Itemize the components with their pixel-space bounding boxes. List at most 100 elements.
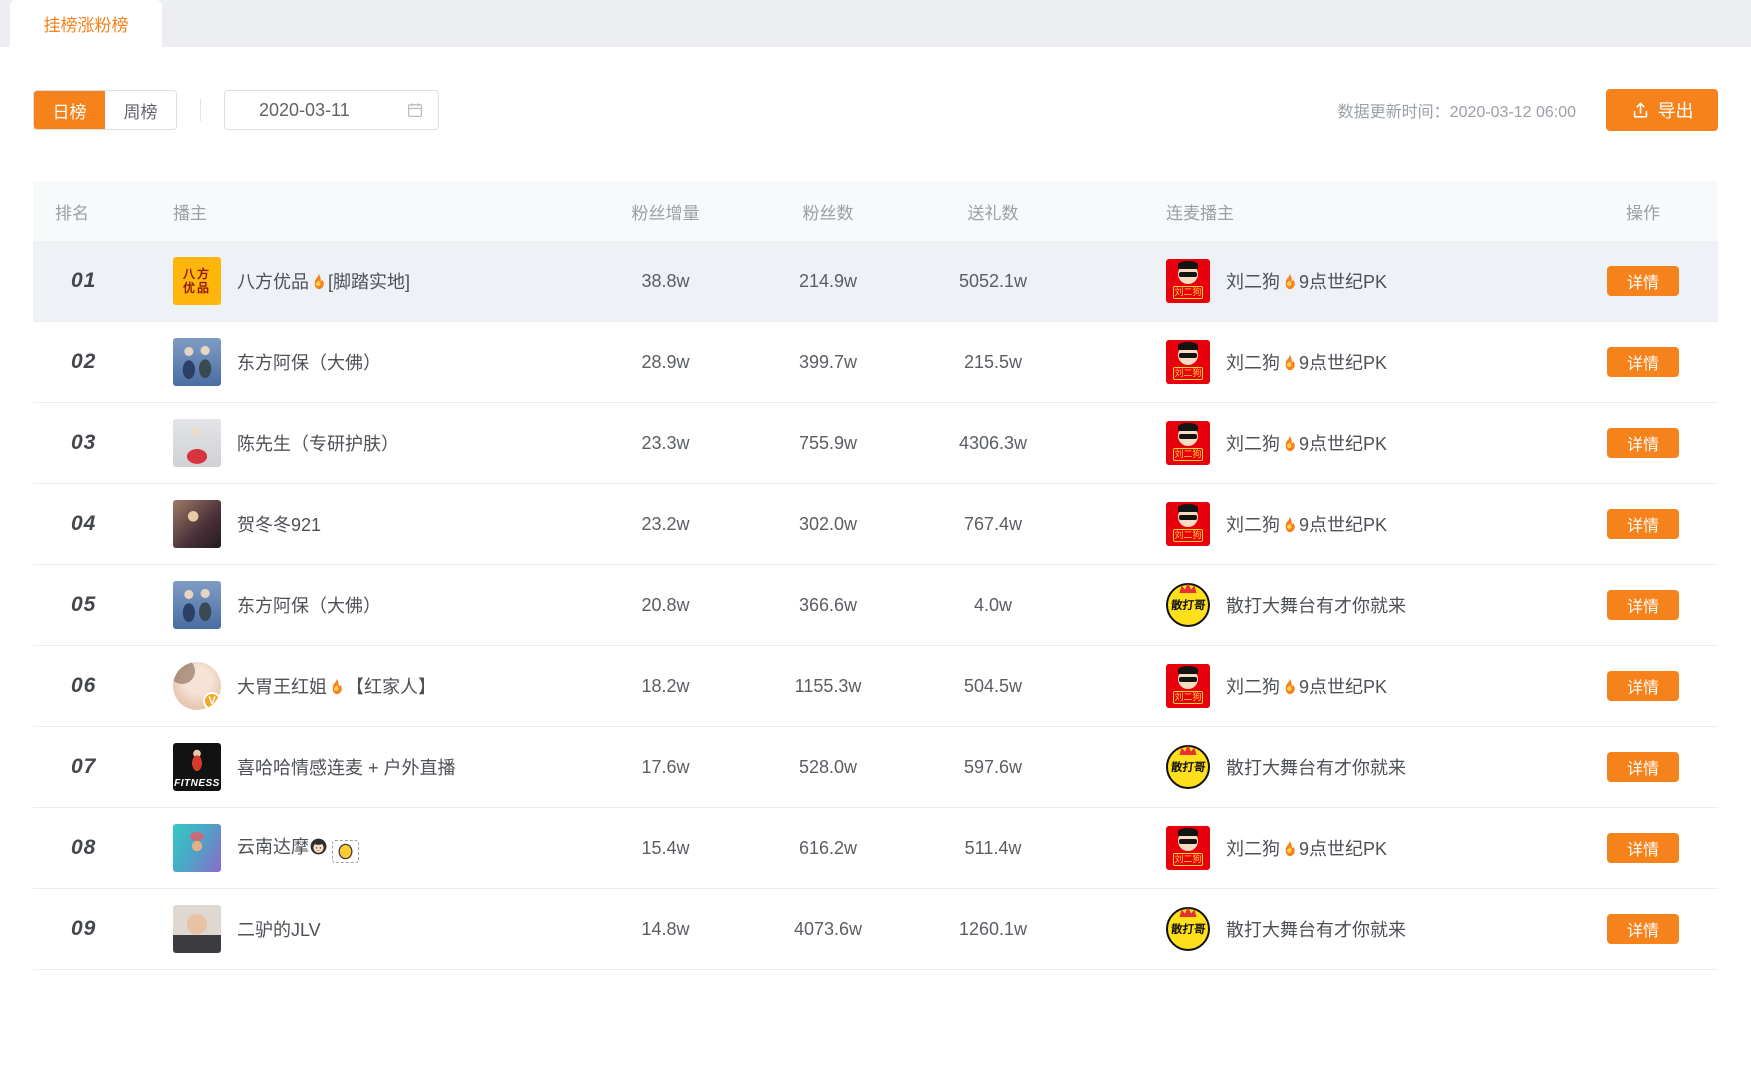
date-value: 2020-03-11 xyxy=(259,100,350,121)
detail-button[interactable]: 详情 xyxy=(1607,428,1679,458)
export-button[interactable]: 导出 xyxy=(1606,89,1718,131)
export-icon xyxy=(1631,101,1650,120)
weekly-rank-button[interactable]: 周榜 xyxy=(105,91,176,129)
avatar-banner-text: 刘二狗 xyxy=(1173,691,1203,704)
broadcaster-name: 二驴的JLV xyxy=(237,916,321,942)
action-cell: 详情 xyxy=(1568,509,1718,539)
col-header-pk-host: 连麦播主 xyxy=(1078,199,1568,224)
table-row: 02 东方阿保（大佛） 28.9w 399.7w 215.5w 刘二狗 刘二狗 xyxy=(33,322,1718,403)
pk-avatar: 散打哥 散打哥 xyxy=(1166,583,1210,627)
liuergou-avatar-art: 刘二狗 xyxy=(1166,664,1210,708)
update-time-value: 2020-03-12 06:00 xyxy=(1450,104,1576,121)
broadcaster-avatar: 八方优品 xyxy=(173,257,221,305)
detail-button[interactable]: 详情 xyxy=(1607,671,1679,701)
pk-avatar: 散打哥 散打哥 xyxy=(1166,907,1210,951)
detail-button[interactable]: 详情 xyxy=(1607,266,1679,296)
broadcaster-name: 东方阿保（大佛） xyxy=(237,592,381,618)
fans-gain-cell: 18.2w xyxy=(583,676,748,697)
gifts-cell: 767.4w xyxy=(908,514,1078,535)
fans-total-cell: 302.0w xyxy=(748,514,908,535)
pk-host-cell: 散打哥 散打哥 散打大舞台有才你就来 xyxy=(1078,745,1568,789)
gifts-cell: 5052.1w xyxy=(908,271,1078,292)
pk-host-name: 散打大舞台有才你就来 xyxy=(1226,754,1406,780)
broadcaster-name: 喜哈哈情感连麦 + 户外直播 xyxy=(237,754,456,780)
action-cell: 详情 xyxy=(1568,752,1718,782)
controls-bar: 日榜 周榜 2020-03-11 数据更新时间：2020-03-12 06:00… xyxy=(0,47,1751,131)
fans-gain-cell: 38.8w xyxy=(583,271,748,292)
pk-avatar: 刘二狗 刘二狗 xyxy=(1166,340,1210,384)
action-cell: 详情 xyxy=(1568,428,1718,458)
liuergou-avatar-art: 刘二狗 xyxy=(1166,421,1210,465)
fans-total-cell: 755.9w xyxy=(748,433,908,454)
broadcaster-name: 贺冬冬921 xyxy=(237,511,321,537)
pk-host-name: 刘二狗9点世纪PK xyxy=(1226,673,1387,699)
cartoon-face-icon xyxy=(1178,831,1198,851)
pk-host-name: 散打大舞台有才你就来 xyxy=(1226,916,1406,942)
broadcaster-avatar xyxy=(173,905,221,953)
rank-cell: 01 xyxy=(33,269,143,293)
table-row: 03 陈先生（专研护肤） 23.3w 755.9w 4306.3w 刘二狗 刘二… xyxy=(33,403,1718,484)
fans-gain-cell: 17.6w xyxy=(583,757,748,778)
daily-rank-button[interactable]: 日榜 xyxy=(34,91,105,129)
fans-gain-cell: 15.4w xyxy=(583,838,748,859)
detail-button[interactable]: 详情 xyxy=(1607,833,1679,863)
action-cell: 详情 xyxy=(1568,833,1718,863)
crown-icon xyxy=(1180,745,1197,755)
verified-badge: V xyxy=(203,692,221,710)
broadcaster-avatar: FITNESS xyxy=(173,743,221,791)
broadcaster-cell: 二驴的JLV xyxy=(143,905,583,953)
avatar-banner-text: 刘二狗 xyxy=(1173,529,1203,542)
pk-host-cell: 刘二狗 刘二狗 刘二狗9点世纪PK xyxy=(1078,664,1568,708)
broadcaster-name: 大胃王红姐【红家人】 xyxy=(237,673,436,699)
avatar-banner-text: 刘二狗 xyxy=(1173,367,1203,380)
fans-gain-cell: 23.2w xyxy=(583,514,748,535)
fans-total-cell: 366.6w xyxy=(748,595,908,616)
leaderboard-table: 排名 播主 粉丝增量 粉丝数 送礼数 连麦播主 操作 01 八方优品 八方优品[… xyxy=(33,181,1718,970)
pk-host-cell: 散打哥 散打哥 散打大舞台有才你就来 xyxy=(1078,583,1568,627)
table-row: 08 云南达摩 15.4w 616.2w 511.4w 刘二狗 刘二狗 刘 xyxy=(33,808,1718,889)
liuergou-avatar-art: 刘二狗 xyxy=(1166,340,1210,384)
rank-cell: 04 xyxy=(33,512,143,536)
pk-avatar: 散打哥 散打哥 xyxy=(1166,745,1210,789)
pk-host-cell: 刘二狗 刘二狗 刘二狗9点世纪PK xyxy=(1078,259,1568,303)
pk-avatar: 刘二狗 刘二狗 xyxy=(1166,421,1210,465)
calendar-icon[interactable] xyxy=(406,101,424,119)
table-header-row: 排名 播主 粉丝增量 粉丝数 送礼数 连麦播主 操作 xyxy=(33,181,1718,241)
fans-total-cell: 616.2w xyxy=(748,838,908,859)
pk-host-cell: 刘二狗 刘二狗 刘二狗9点世纪PK xyxy=(1078,421,1568,465)
cartoon-face-icon xyxy=(1178,426,1198,446)
period-segmented-control: 日榜 周榜 xyxy=(33,90,177,130)
broadcaster-avatar: V xyxy=(173,662,221,710)
detail-button[interactable]: 详情 xyxy=(1607,347,1679,377)
action-cell: 详情 xyxy=(1568,914,1718,944)
fans-total-cell: 214.9w xyxy=(748,271,908,292)
table-row: 07 FITNESS 喜哈哈情感连麦 + 户外直播 17.6w 528.0w 5… xyxy=(33,727,1718,808)
detail-button[interactable]: 详情 xyxy=(1607,914,1679,944)
pk-host-cell: 散打哥 散打哥 散打大舞台有才你就来 xyxy=(1078,907,1568,951)
date-picker-input[interactable]: 2020-03-11 xyxy=(224,90,439,130)
gifts-cell: 215.5w xyxy=(908,352,1078,373)
liuergou-avatar-art: 刘二狗 xyxy=(1166,826,1210,870)
avatar-banner-text: 刘二狗 xyxy=(1173,448,1203,461)
action-cell: 详情 xyxy=(1568,266,1718,296)
crown-icon xyxy=(1180,583,1197,593)
avatar-circle-text: 散打哥 xyxy=(1170,759,1206,775)
avatar-circle-text: 散打哥 xyxy=(1170,597,1206,613)
detail-button[interactable]: 详情 xyxy=(1607,509,1679,539)
vertical-divider xyxy=(200,99,201,121)
rank-cell: 02 xyxy=(33,350,143,374)
col-header-fans-total: 粉丝数 xyxy=(748,199,908,224)
pk-avatar: 刘二狗 刘二狗 xyxy=(1166,259,1210,303)
avatar-text: FITNESS xyxy=(173,778,221,789)
pk-host-cell: 刘二狗 刘二狗 刘二狗9点世纪PK xyxy=(1078,826,1568,870)
update-time: 数据更新时间：2020-03-12 06:00 xyxy=(1338,98,1576,122)
broadcaster-name: 八方优品[脚踏实地] xyxy=(237,268,410,294)
broadcaster-name: 陈先生（专研护肤） xyxy=(237,430,399,456)
table-row: 05 东方阿保（大佛） 20.8w 366.6w 4.0w 散打哥 散打哥 xyxy=(33,565,1718,646)
gifts-cell: 504.5w xyxy=(908,676,1078,697)
detail-button[interactable]: 详情 xyxy=(1607,590,1679,620)
pk-host-name: 刘二狗9点世纪PK xyxy=(1226,268,1387,294)
tab-fan-growth-ranking[interactable]: 挂榜涨粉榜 xyxy=(10,0,162,47)
detail-button[interactable]: 详情 xyxy=(1607,752,1679,782)
rank-cell: 06 xyxy=(33,674,143,698)
